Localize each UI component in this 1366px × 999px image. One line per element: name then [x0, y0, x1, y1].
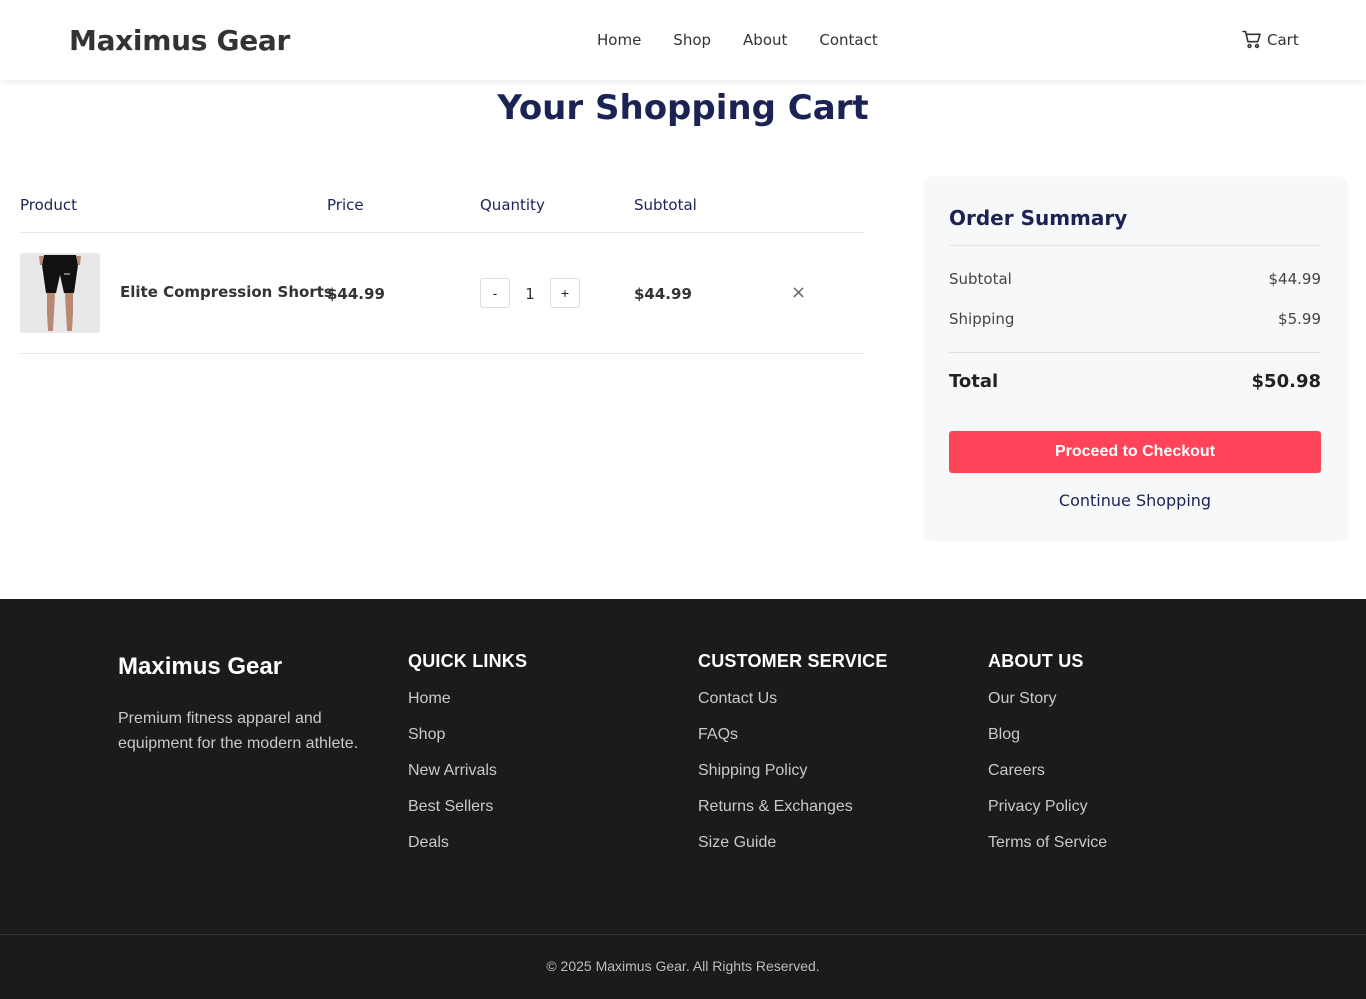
summary-shipping-row: Shipping $5.99: [949, 310, 1321, 328]
divider: [949, 245, 1321, 246]
footer-link-size-guide[interactable]: Size Guide: [698, 834, 888, 870]
footer-brand: Maximus Gear: [118, 653, 283, 680]
footer-link-terms-of-service[interactable]: Terms of Service: [988, 834, 1107, 870]
summary-total-value: $50.98: [1251, 371, 1321, 392]
cart-label: Cart: [1267, 30, 1299, 49]
summary-total-label: Total: [949, 371, 999, 392]
footer-link-shipping-policy[interactable]: Shipping Policy: [698, 762, 888, 798]
nav-home[interactable]: Home: [597, 31, 641, 49]
copyright-text: © 2025 Maximus Gear. All Rights Reserved…: [546, 958, 820, 974]
order-summary-title: Order Summary: [949, 206, 1128, 230]
quantity-decrease-button[interactable]: -: [480, 278, 510, 308]
cart-link[interactable]: Cart: [1242, 30, 1299, 49]
nav-shop[interactable]: Shop: [673, 31, 711, 49]
footer-quick-links: QUICK LINKS Home Shop New Arrivals Best …: [408, 651, 527, 870]
footer-link-blog[interactable]: Blog: [988, 726, 1107, 762]
summary-shipping-value: $5.99: [1278, 310, 1321, 328]
footer-quick-links-title: QUICK LINKS: [408, 651, 528, 671]
footer-link-privacy-policy[interactable]: Privacy Policy: [988, 798, 1107, 834]
footer-link-returns[interactable]: Returns & Exchanges: [698, 798, 888, 834]
divider: [949, 352, 1321, 353]
cart-item-row: Elite Compression Shorts $44.99 - 1 + $4…: [20, 233, 864, 354]
footer-customer-service: CUSTOMER SERVICE Contact Us FAQs Shippin…: [698, 651, 888, 870]
summary-subtotal-row: Subtotal $44.99: [949, 270, 1321, 288]
cart-table-header: Product Price Quantity Subtotal: [20, 178, 864, 233]
column-product: Product: [20, 196, 77, 214]
site-header: Maximus Gear Home Shop About Contact Car…: [0, 0, 1366, 80]
page-title: Your Shopping Cart: [497, 88, 869, 128]
footer-link-deals[interactable]: Deals: [408, 834, 527, 870]
cart-table: Product Price Quantity Subtotal Elite Co…: [20, 178, 864, 354]
summary-subtotal-value: $44.99: [1268, 270, 1322, 288]
footer-customer-service-title: CUSTOMER SERVICE: [698, 651, 888, 671]
footer-divider: [0, 934, 1366, 935]
column-quantity: Quantity: [480, 196, 545, 214]
footer-link-careers[interactable]: Careers: [988, 762, 1107, 798]
product-price: $44.99: [327, 285, 385, 303]
summary-shipping-label: Shipping: [949, 310, 1015, 328]
footer-link-shop[interactable]: Shop: [408, 726, 527, 762]
summary-subtotal-label: Subtotal: [949, 270, 1012, 288]
item-subtotal: $44.99: [634, 285, 692, 303]
site-logo[interactable]: Maximus Gear: [69, 24, 290, 57]
footer-link-contact-us[interactable]: Contact Us: [698, 690, 888, 726]
site-footer: Maximus Gear Premium fitness apparel and…: [0, 599, 1366, 999]
close-icon[interactable]: ×: [791, 282, 806, 303]
proceed-to-checkout-button[interactable]: Proceed to Checkout: [949, 431, 1321, 473]
footer-link-best-sellers[interactable]: Best Sellers: [408, 798, 527, 834]
product-name[interactable]: Elite Compression Shorts: [120, 283, 333, 301]
summary-total-row: Total $50.98: [949, 371, 1321, 392]
column-subtotal: Subtotal: [634, 196, 697, 214]
nav-contact[interactable]: Contact: [819, 31, 877, 49]
footer-about-us: ABOUT US Our Story Blog Careers Privacy …: [988, 651, 1107, 870]
order-summary: Order Summary Subtotal $44.99 Shipping $…: [925, 177, 1346, 539]
footer-link-home[interactable]: Home: [408, 690, 527, 726]
footer-description: Premium fitness apparel and equipment fo…: [118, 710, 359, 752]
continue-shopping-link[interactable]: Continue Shopping: [949, 491, 1321, 510]
footer-link-new-arrivals[interactable]: New Arrivals: [408, 762, 527, 798]
footer-about-us-title: ABOUT US: [988, 651, 1084, 671]
nav-about[interactable]: About: [743, 31, 787, 49]
quantity-increase-button[interactable]: +: [550, 278, 580, 308]
product-thumbnail[interactable]: [20, 253, 100, 333]
shopping-cart-icon: [1242, 30, 1262, 49]
main-nav: Home Shop About Contact: [597, 31, 910, 49]
footer-link-our-story[interactable]: Our Story: [988, 690, 1107, 726]
quantity-value: 1: [525, 285, 535, 303]
column-price: Price: [327, 196, 364, 214]
footer-link-faqs[interactable]: FAQs: [698, 726, 888, 762]
